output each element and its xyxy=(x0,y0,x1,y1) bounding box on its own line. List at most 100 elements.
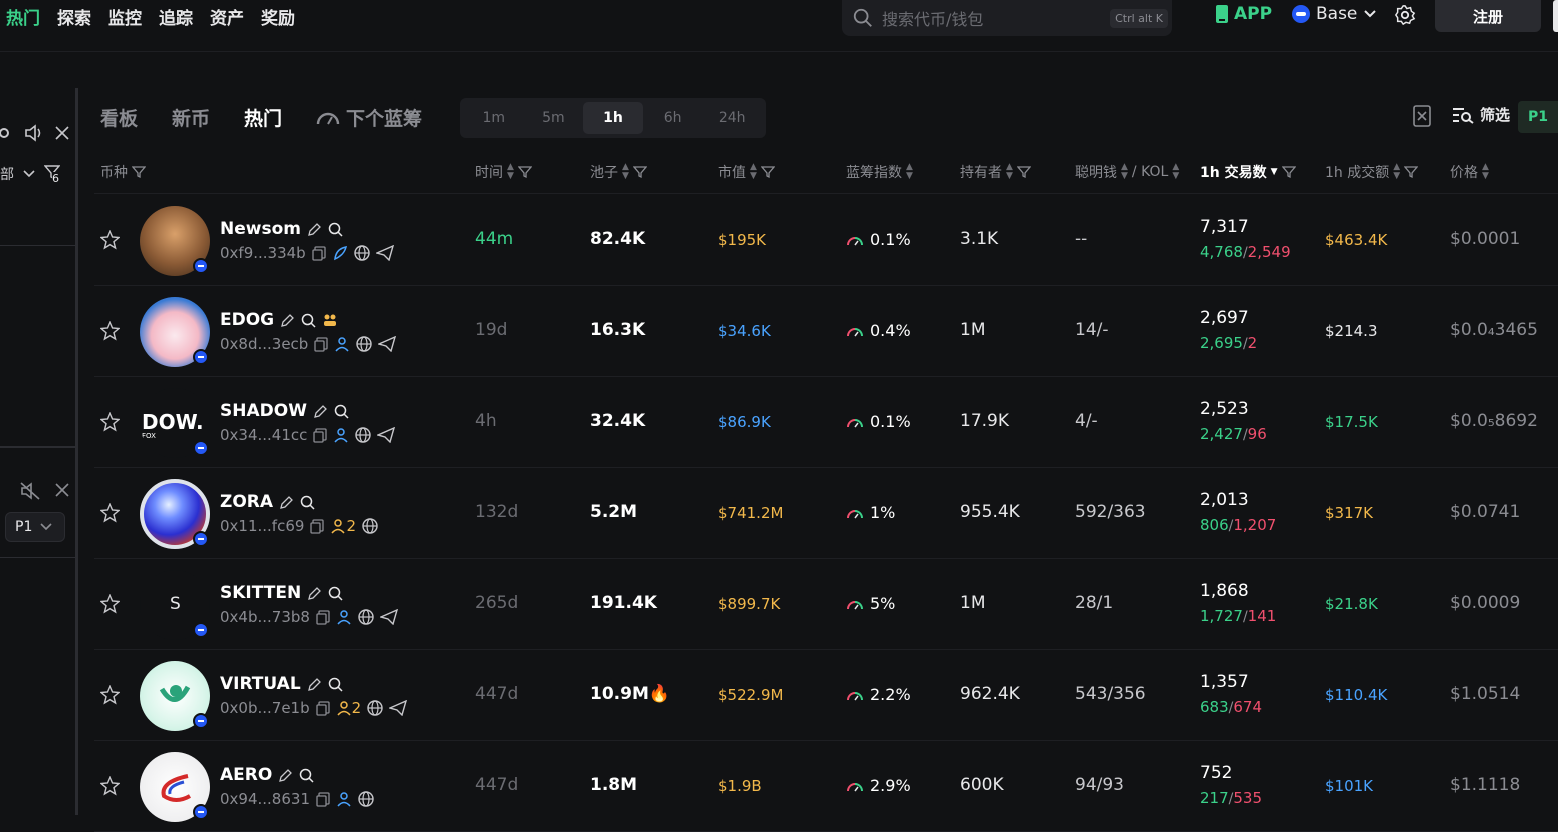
search-icon[interactable] xyxy=(328,586,343,601)
close-icon[interactable] xyxy=(54,482,70,498)
globe-icon[interactable] xyxy=(358,609,374,625)
edit-icon[interactable] xyxy=(279,495,294,510)
table-row[interactable]: EDOG 0x8d...3ecb 19d 16.3K $34.6K 0.4% 1M 14/- 2… xyxy=(94,286,1558,377)
user-icon[interactable] xyxy=(336,791,352,807)
close-icon[interactable] xyxy=(54,125,70,141)
gear-icon[interactable] xyxy=(1394,4,1416,26)
token-name[interactable]: VIRTUAL xyxy=(220,674,343,694)
col-mcap[interactable]: 市值 ▲ ▼ xyxy=(718,162,775,182)
col-bluechip[interactable]: 蓝筹指数 ▲ ▼ xyxy=(846,162,913,182)
timeframe-24h[interactable]: 24h xyxy=(702,102,762,134)
bookmark-x-icon[interactable] xyxy=(1411,104,1433,128)
globe-icon[interactable] xyxy=(355,427,372,443)
nav-item-assets[interactable]: 资产 xyxy=(210,4,244,29)
globe-icon[interactable] xyxy=(354,245,370,261)
edit-icon[interactable] xyxy=(307,222,322,237)
search-icon[interactable] xyxy=(334,404,349,419)
edit-icon[interactable] xyxy=(280,313,295,328)
search-box[interactable]: 搜索代币/钱包 Ctrl alt K xyxy=(842,0,1172,36)
edit-icon[interactable] xyxy=(313,404,328,419)
nav-item-hot[interactable]: 热门 xyxy=(6,4,40,29)
nav-item-explore[interactable]: 探索 xyxy=(57,4,91,29)
timeframe-1m[interactable]: 1m xyxy=(464,102,524,134)
copy-icon[interactable] xyxy=(316,791,330,807)
col-time[interactable]: 时间 ▲ ▼ xyxy=(475,162,532,182)
user-icon[interactable] xyxy=(336,609,352,625)
filter-icon[interactable]: 6 xyxy=(43,164,64,185)
nav-item-track[interactable]: 追踪 xyxy=(159,4,193,29)
table-row[interactable]: AERO 0x94...8631 447d 1.8M $1.9B 2.9% 600K 94/9… xyxy=(94,741,1558,832)
edit-icon[interactable] xyxy=(307,677,322,692)
settings-icon[interactable] xyxy=(0,124,14,142)
star-icon[interactable] xyxy=(100,776,120,796)
page-badge[interactable]: P1 xyxy=(1518,101,1558,133)
search-icon[interactable] xyxy=(299,768,314,783)
nav-item-monitor[interactable]: 监控 xyxy=(108,4,142,29)
star-icon[interactable] xyxy=(100,685,120,705)
table-row[interactable]: S SKITTEN 0x4b...73b8 265d 191.4K $899.7K 5% 1M… xyxy=(94,559,1558,650)
tab-board[interactable]: 看板 xyxy=(100,104,138,131)
telegram-icon[interactable] xyxy=(375,245,394,261)
table-row[interactable]: Newsom 0xf9...334b 44m 82.4K $195K 0.1% 3.1K --… xyxy=(94,195,1558,286)
sidebar-scope-label[interactable]: 部 xyxy=(0,164,14,184)
edit-icon[interactable] xyxy=(278,768,293,783)
telegram-icon[interactable] xyxy=(379,609,398,625)
telegram-icon[interactable] xyxy=(389,700,408,716)
copy-icon[interactable] xyxy=(313,427,328,443)
tab-hot[interactable]: 热门 xyxy=(244,104,282,131)
token-name[interactable]: AERO xyxy=(220,765,314,785)
col-vol[interactable]: 1h 成交额 ▲ ▼ xyxy=(1325,162,1419,182)
sidebar-page-select[interactable]: P1 xyxy=(5,512,65,542)
globe-icon[interactable] xyxy=(362,518,378,534)
col-coin[interactable]: 币种 xyxy=(100,162,146,182)
star-icon[interactable] xyxy=(100,594,120,614)
table-row[interactable]: VIRTUAL 0x0b...7e1b 2 447d 10.9M🔥 $522.9M 2.2%… xyxy=(94,650,1558,741)
col-smart[interactable]: 聪明钱 ▲ ▼ / KOL ▲ ▼ xyxy=(1075,162,1179,182)
token-name[interactable]: ZORA xyxy=(220,492,315,512)
token-name[interactable]: SHADOW xyxy=(220,401,349,421)
holders-shared-icon[interactable]: 2 xyxy=(330,517,356,535)
token-name[interactable]: Newsom xyxy=(220,219,343,239)
chain-selector[interactable]: Base xyxy=(1292,4,1377,24)
search-icon[interactable] xyxy=(301,313,316,328)
tab-next-bluechip[interactable]: 下个蓝筹 xyxy=(316,104,422,131)
globe-icon[interactable] xyxy=(356,336,373,352)
timeframe-5m[interactable]: 5m xyxy=(524,102,584,134)
token-name[interactable]: SKITTEN xyxy=(220,583,343,603)
globe-icon[interactable] xyxy=(367,700,383,716)
table-row[interactable]: DOW. FOX SHADOW 0x34...41cc 4h 32.4K $86.9K 0.1… xyxy=(94,377,1558,468)
holders-shared-icon[interactable]: 2 xyxy=(336,699,361,717)
search-icon[interactable] xyxy=(300,495,315,510)
mute-icon[interactable] xyxy=(20,482,40,500)
telegram-icon[interactable] xyxy=(377,427,396,443)
tab-new[interactable]: 新币 xyxy=(172,104,210,131)
star-icon[interactable] xyxy=(100,321,120,341)
col-pool[interactable]: 池子 ▲ ▼ xyxy=(590,162,647,182)
star-icon[interactable] xyxy=(100,230,120,250)
star-icon[interactable] xyxy=(100,412,120,432)
token-name[interactable]: EDOG xyxy=(220,310,338,330)
copy-icon[interactable] xyxy=(316,609,330,625)
edit-icon[interactable] xyxy=(307,586,322,601)
col-tx[interactable]: 1h 交易数 ▼ xyxy=(1200,162,1296,182)
copy-icon[interactable] xyxy=(312,245,326,261)
copy-icon[interactable] xyxy=(310,518,325,534)
app-download-button[interactable]: APP xyxy=(1214,4,1272,24)
feather-icon[interactable] xyxy=(332,245,348,261)
sound-icon[interactable] xyxy=(24,124,44,142)
globe-icon[interactable] xyxy=(358,791,374,807)
telegram-icon[interactable] xyxy=(378,336,397,352)
timeframe-6h[interactable]: 6h xyxy=(643,102,703,134)
col-holders[interactable]: 持有者 ▲ ▼ xyxy=(960,162,1031,182)
signup-button[interactable]: 注册 xyxy=(1435,0,1541,32)
search-icon[interactable] xyxy=(328,222,343,237)
table-row[interactable]: ZORA 0x11...fc69 2 132d 5.2M $741.2M 1% 955.4K 5… xyxy=(94,468,1558,559)
chevron-down-icon[interactable] xyxy=(22,169,36,179)
star-icon[interactable] xyxy=(100,503,120,523)
nav-item-rewards[interactable]: 奖励 xyxy=(261,4,295,29)
copy-icon[interactable] xyxy=(314,336,328,352)
user-icon[interactable] xyxy=(333,427,349,443)
filter-button[interactable]: 筛选 xyxy=(1452,104,1510,125)
user-icon[interactable] xyxy=(334,336,350,352)
col-price[interactable]: 价格 ▲ ▼ xyxy=(1450,162,1489,182)
